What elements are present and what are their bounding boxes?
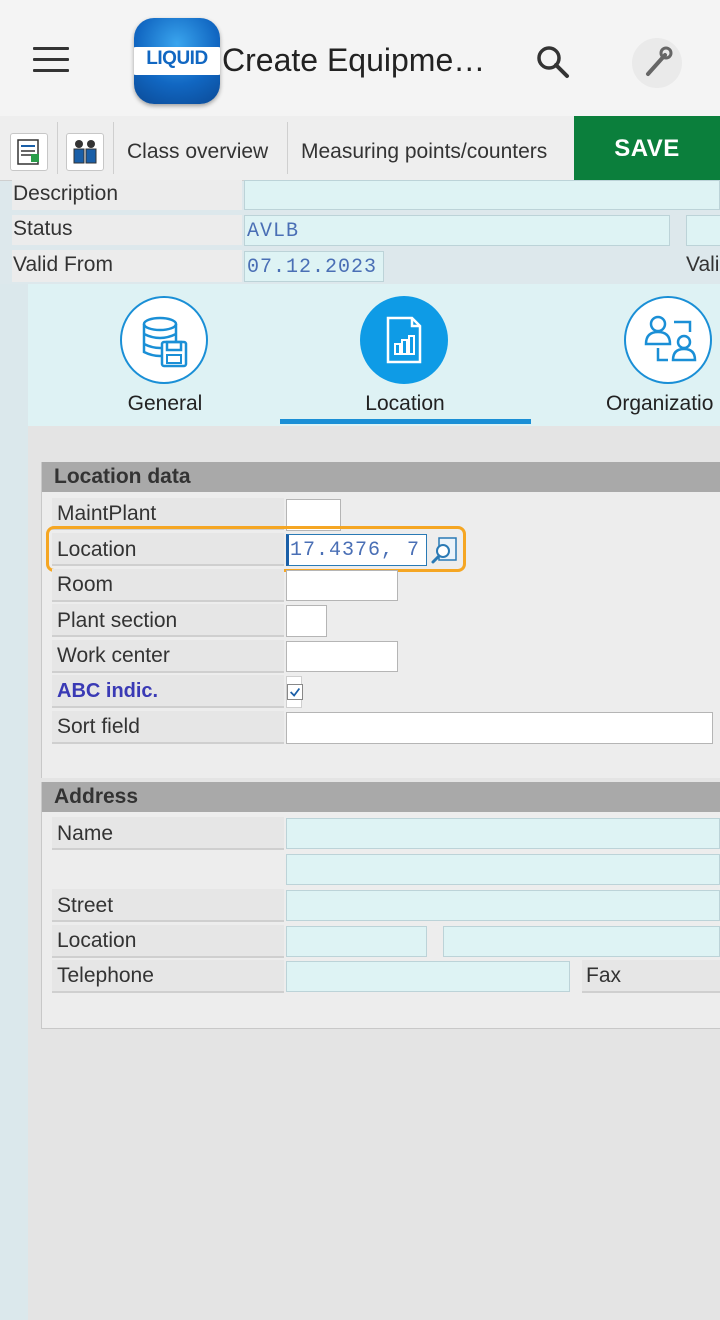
room-input[interactable] — [286, 570, 398, 601]
telephone-label: Telephone — [57, 964, 154, 987]
search-icon[interactable] — [535, 44, 571, 80]
organization-icon — [644, 315, 697, 362]
name-label: Name — [57, 822, 114, 845]
status-label: Status — [13, 217, 73, 240]
valid-to-label: Vali — [686, 253, 720, 276]
work-center-label: Work center — [57, 644, 170, 667]
fax-label: Fax — [586, 964, 622, 987]
maintplant-label: MaintPlant — [57, 502, 157, 525]
name-input[interactable] — [286, 818, 720, 849]
work-center-input[interactable] — [286, 641, 398, 672]
description-field[interactable] — [244, 180, 720, 210]
toolbar-separator — [57, 122, 58, 174]
telephone-input[interactable] — [286, 961, 570, 992]
checkmark-icon — [290, 687, 301, 697]
plant-section-input[interactable] — [286, 605, 327, 637]
valid-from-field[interactable]: 07.12.2023 — [244, 251, 384, 282]
sort-field-label: Sort field — [57, 715, 140, 738]
document-list-icon — [17, 139, 39, 165]
tab-organization-label[interactable]: Organizatio — [606, 392, 720, 416]
postal-code-input[interactable] — [286, 926, 427, 957]
toolbar-separator — [287, 122, 288, 174]
page-title: Create Equipme… — [222, 42, 486, 78]
tab-location-label[interactable]: Location — [320, 392, 490, 416]
city-input[interactable] — [443, 926, 720, 957]
database-save-icon — [142, 316, 188, 368]
street-label: Street — [57, 894, 114, 917]
name2-input[interactable] — [286, 854, 720, 885]
description-label: Description — [13, 182, 119, 205]
sort-field-input[interactable] — [286, 712, 713, 744]
room-label: Room — [57, 573, 114, 596]
liquid-logo: LIQUID — [134, 18, 220, 104]
location-data-heading: Location data — [42, 462, 720, 492]
address-location-label: Location — [57, 929, 137, 952]
active-tab-indicator — [280, 419, 531, 424]
location-highlight — [46, 526, 466, 572]
status-field[interactable]: AVLB — [244, 215, 670, 246]
tab-general[interactable] — [120, 296, 208, 384]
tab-general-label[interactable]: General — [80, 392, 250, 416]
class-overview-button[interactable]: Class overview — [127, 140, 268, 164]
chart-document-icon — [386, 316, 422, 364]
save-button[interactable]: SAVE — [574, 116, 720, 180]
address-heading: Address — [42, 782, 720, 812]
document-list-button[interactable] — [10, 133, 48, 171]
tab-location[interactable] — [360, 296, 448, 384]
abc-checkbox[interactable] — [287, 684, 303, 700]
wrench-icon — [646, 46, 673, 76]
tab-organization[interactable] — [624, 296, 712, 384]
plant-section-label: Plant section — [57, 609, 178, 632]
people-icon — [73, 140, 97, 164]
toolbar-separator — [113, 122, 114, 174]
partners-button[interactable] — [66, 133, 104, 171]
street-input[interactable] — [286, 890, 720, 921]
hamburger-menu-icon[interactable] — [33, 47, 69, 77]
status-extra-field[interactable] — [686, 215, 720, 246]
logo-text: LIQUID — [146, 48, 208, 69]
valid-from-label: Valid From — [13, 253, 113, 276]
measuring-points-button[interactable]: Measuring points/counters — [301, 140, 547, 164]
left-strip — [0, 284, 28, 1320]
settings-wrench-button[interactable] — [632, 38, 682, 88]
abc-indicator-label: ABC indic. — [57, 680, 159, 702]
